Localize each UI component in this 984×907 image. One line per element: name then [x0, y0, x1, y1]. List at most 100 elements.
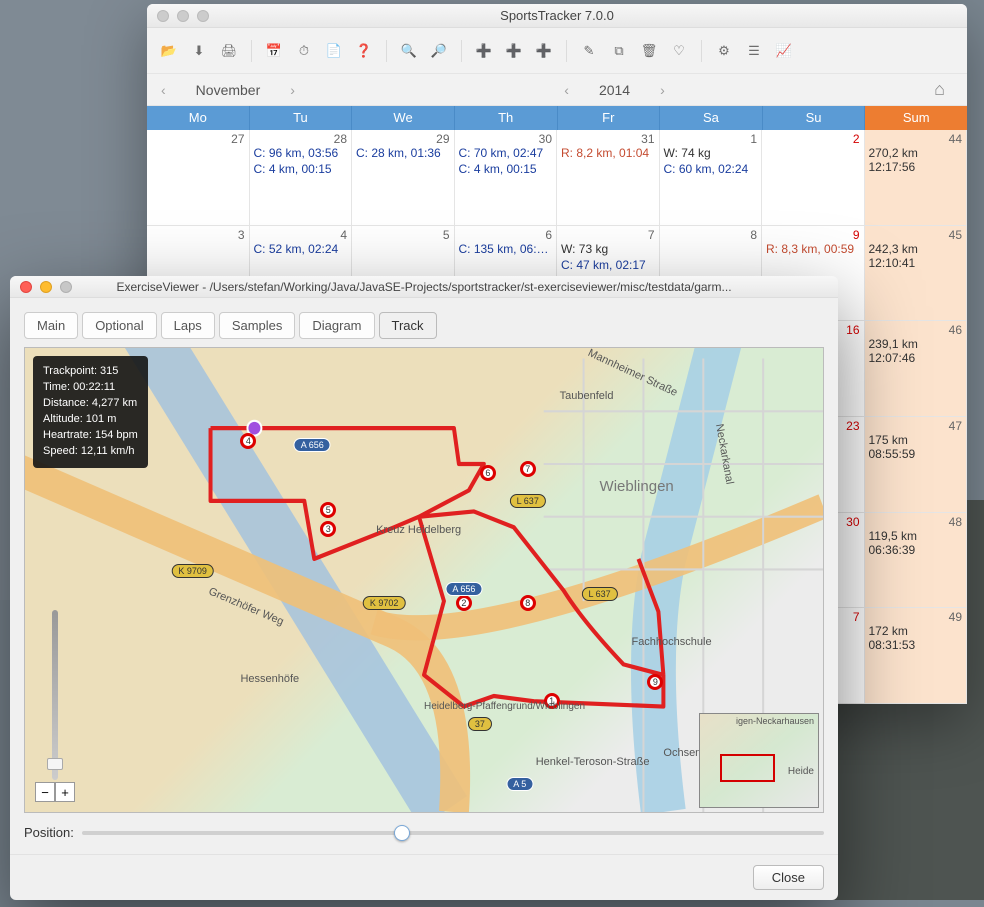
- calendar-cell[interactable]: 2: [762, 130, 865, 225]
- window-zoom-icon[interactable]: [197, 10, 209, 22]
- next-month-button[interactable]: ›: [290, 82, 295, 98]
- exercise-viewer-dialog: ExerciseViewer - /Users/stefan/Working/J…: [10, 276, 838, 900]
- zoom-in-icon[interactable]: 🔍: [397, 39, 421, 63]
- save-icon[interactable]: ⬇: [187, 39, 211, 63]
- edit-icon[interactable]: ✎: [577, 39, 601, 63]
- month-label: November: [196, 82, 261, 98]
- shield-k9709: K 9709: [171, 564, 214, 578]
- tab-main[interactable]: Main: [24, 312, 78, 339]
- waypoint-2[interactable]: 2: [456, 595, 472, 611]
- dialog-zoom-icon[interactable]: [60, 281, 72, 293]
- summary-distance: 242,3 km: [869, 242, 963, 256]
- add-weight-icon[interactable]: ➕: [502, 39, 526, 63]
- open-icon[interactable]: 📂: [157, 39, 181, 63]
- waypoint-6[interactable]: 6: [480, 465, 496, 481]
- calendar-header: MoTuWeThFrSaSuSum: [147, 106, 967, 130]
- zoom-out-icon[interactable]: 🔎: [427, 39, 451, 63]
- zoom-out-button[interactable]: −: [35, 782, 55, 802]
- add-exercise-icon[interactable]: ➕: [472, 39, 496, 63]
- calendar-entry[interactable]: W: 73 kg: [561, 242, 655, 256]
- prev-month-button[interactable]: ‹: [161, 82, 166, 98]
- dialog-minimize-icon[interactable]: [40, 281, 52, 293]
- calendar-icon[interactable]: 📅: [262, 39, 286, 63]
- calendar-cell[interactable]: 28C: 96 km, 03:56C: 4 km, 00:15: [250, 130, 353, 225]
- add-note-icon[interactable]: ➕: [532, 39, 556, 63]
- calendar-nav: ‹ November › ‹ 2014 › ⌂: [147, 74, 967, 106]
- prev-year-button[interactable]: ‹: [564, 82, 569, 98]
- dialog-close-icon[interactable]: [20, 281, 32, 293]
- next-year-button[interactable]: ›: [660, 82, 665, 98]
- day-number: 4: [340, 228, 347, 242]
- waypoint-3[interactable]: 3: [320, 521, 336, 537]
- tab-laps[interactable]: Laps: [161, 312, 215, 339]
- window-close-icon[interactable]: [157, 10, 169, 22]
- zoom-slider[interactable]: [52, 610, 58, 780]
- shield-b37: 37: [468, 717, 492, 731]
- minimap[interactable]: igen-Neckarhausen Heide: [699, 713, 819, 808]
- calendar-entry[interactable]: R: 8,3 km, 00:59: [766, 242, 860, 256]
- home-icon[interactable]: ⌂: [934, 79, 945, 100]
- tab-diagram[interactable]: Diagram: [299, 312, 374, 339]
- label-taubenfeld: Taubenfeld: [560, 390, 614, 402]
- day-header: We: [352, 106, 455, 130]
- main-toolbar: 📂 ⬇ 🖨 📅 ⏱ 📄 ❓ 🔍 🔎 ➕ ➕ ➕ ✎ ⧉ 🗑 ♡ ⚙ ☰ 📈: [147, 28, 967, 74]
- copy-icon[interactable]: ⧉: [607, 39, 631, 63]
- week-summary: 47175 km08:55:59: [865, 417, 968, 512]
- waypoint-5[interactable]: 5: [320, 502, 336, 518]
- calendar-cell[interactable]: 29C: 28 km, 01:36: [352, 130, 455, 225]
- map-zoom-control[interactable]: − +: [35, 610, 75, 802]
- calendar-cell[interactable]: 30C: 70 km, 02:47C: 4 km, 00:15: [455, 130, 558, 225]
- minimap-viewport[interactable]: [720, 754, 775, 782]
- main-title: SportsTracker 7.0.0: [500, 8, 614, 23]
- calendar-entry[interactable]: C: 60 km, 02:24: [664, 162, 758, 176]
- track-map[interactable]: 1 2 3 4 5 6 7 8 9 A 656 A 656 L 637 L 63…: [24, 347, 824, 813]
- year-label: 2014: [599, 82, 630, 98]
- tooltip-trackpoint: Trackpoint: 315: [43, 364, 138, 380]
- print-icon[interactable]: 🖨: [217, 39, 241, 63]
- calendar-entry[interactable]: C: 47 km, 02:17: [561, 258, 655, 272]
- calendar-entry[interactable]: C: 4 km, 00:15: [459, 162, 553, 176]
- calendar-entry[interactable]: C: 70 km, 02:47: [459, 146, 553, 160]
- trash-icon[interactable]: 🗑: [637, 39, 661, 63]
- calendar-cell[interactable]: 31R: 8,2 km, 01:04: [557, 130, 660, 225]
- calendar-entry[interactable]: C: 96 km, 03:56: [254, 146, 348, 160]
- chart-icon[interactable]: 📈: [772, 39, 796, 63]
- tab-track[interactable]: Track: [379, 312, 437, 339]
- summary-time: 08:31:53: [869, 638, 963, 652]
- close-button[interactable]: Close: [753, 865, 824, 890]
- summary-distance: 239,1 km: [869, 337, 963, 351]
- zoom-in-button[interactable]: +: [55, 782, 75, 802]
- list-icon[interactable]: 📄: [322, 39, 346, 63]
- position-thumb[interactable]: [394, 825, 410, 841]
- help-icon[interactable]: ❓: [352, 39, 376, 63]
- calendar-cell[interactable]: 27: [147, 130, 250, 225]
- tab-samples[interactable]: Samples: [219, 312, 296, 339]
- calendar-entry[interactable]: C: 135 km, 06:…: [459, 242, 553, 256]
- calendar-cell[interactable]: 1W: 74 kgC: 60 km, 02:24: [660, 130, 763, 225]
- minimap-label: igen-Neckarhausen: [736, 716, 814, 726]
- calendar-entry[interactable]: C: 52 km, 02:24: [254, 242, 348, 256]
- tooltip-speed: Speed: 12,11 km/h: [43, 444, 138, 460]
- position-slider[interactable]: [82, 831, 824, 835]
- day-number: 7: [853, 610, 860, 624]
- waypoint-7[interactable]: 7: [520, 461, 536, 477]
- label-henkel: Henkel-Teroson-Straße: [536, 756, 650, 768]
- day-number: 8: [750, 228, 757, 242]
- waypoint-9[interactable]: 9: [647, 674, 663, 690]
- calendar-entry[interactable]: R: 8,2 km, 01:04: [561, 146, 655, 160]
- stopwatch-icon[interactable]: ⏱: [292, 39, 316, 63]
- calendar-entry[interactable]: W: 74 kg: [664, 146, 758, 160]
- table-icon[interactable]: ☰: [742, 39, 766, 63]
- day-header: Fr: [558, 106, 661, 130]
- tab-optional[interactable]: Optional: [82, 312, 156, 339]
- settings-icon[interactable]: ⚙: [712, 39, 736, 63]
- calendar-entry[interactable]: C: 28 km, 01:36: [356, 146, 450, 160]
- day-number: 29: [436, 132, 449, 146]
- window-minimize-icon[interactable]: [177, 10, 189, 22]
- waypoint-4[interactable]: 4: [240, 433, 256, 449]
- heart-icon[interactable]: ♡: [667, 39, 691, 63]
- calendar-entry[interactable]: C: 4 km, 00:15: [254, 162, 348, 176]
- day-number: 6: [545, 228, 552, 242]
- waypoint-8[interactable]: 8: [520, 595, 536, 611]
- map-canvas[interactable]: 1 2 3 4 5 6 7 8 9 A 656 A 656 L 637 L 63…: [25, 348, 823, 812]
